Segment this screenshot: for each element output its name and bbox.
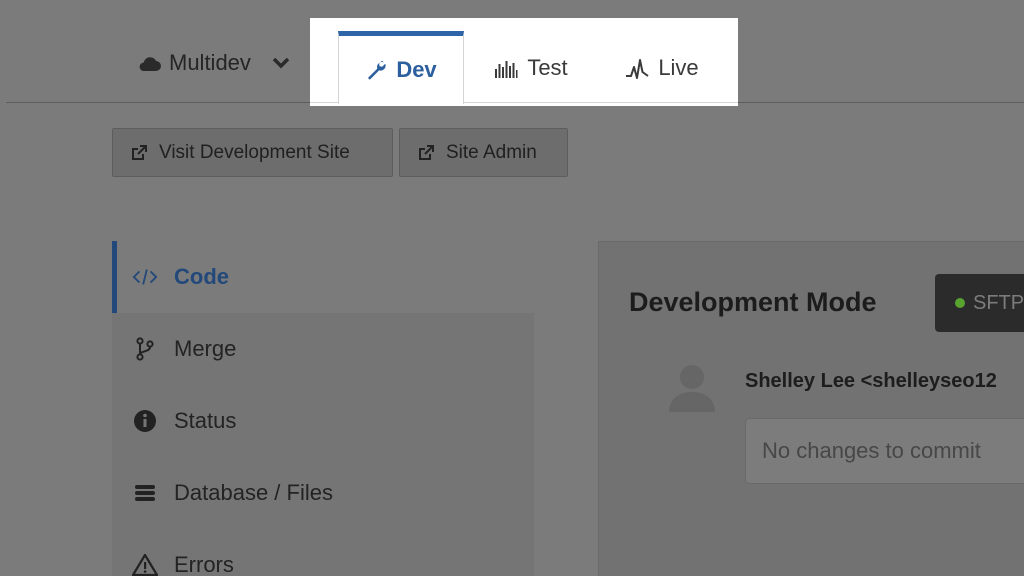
- commit-message-field[interactable]: No changes to commit: [745, 418, 1024, 484]
- sidebar-item-label: Errors: [174, 552, 234, 576]
- status-dot-icon: [955, 298, 965, 308]
- site-admin-button[interactable]: Site Admin: [399, 128, 568, 177]
- tab-dev[interactable]: Dev: [338, 31, 464, 104]
- sidebar-item-status[interactable]: Status: [112, 385, 534, 457]
- branch-icon: [132, 337, 158, 361]
- multidev-label: Multidev: [169, 50, 251, 75]
- external-link-icon: [131, 144, 147, 161]
- visit-development-site-button[interactable]: Visit Development Site: [112, 128, 393, 177]
- code-icon: [132, 266, 158, 288]
- wrench-icon: [365, 59, 387, 81]
- sidebar-item-label: Merge: [174, 336, 237, 361]
- tab-live-label: Live: [658, 54, 699, 80]
- sftp-mode-button[interactable]: SFTP: [935, 274, 1024, 332]
- cloud-icon: [137, 54, 161, 72]
- warning-icon: [132, 553, 158, 576]
- multidev-dropdown[interactable]: Multidev: [137, 50, 291, 76]
- tab-test-label: Test: [527, 54, 568, 80]
- tab-test[interactable]: Test: [478, 32, 584, 103]
- sidebar-item-merge[interactable]: Merge: [112, 313, 534, 385]
- chevron-down-icon: [271, 56, 291, 70]
- sidebar-item-label: Code: [174, 264, 229, 289]
- sidebar-item-label: Database / Files: [174, 480, 333, 505]
- avatar: [669, 362, 715, 412]
- tab-dev-label: Dev: [396, 57, 437, 82]
- database-icon: [132, 482, 158, 504]
- development-mode-panel: Development Mode SFTP Shelley Lee <shell…: [598, 241, 1024, 576]
- environment-tabs: Dev Test Live: [310, 18, 738, 106]
- sidebar-item-database-files[interactable]: Database / Files: [112, 457, 534, 529]
- commit-placeholder: No changes to commit: [762, 438, 981, 463]
- pulse-icon: [625, 57, 649, 79]
- commit-author: Shelley Lee <shelleyseo12: [745, 370, 997, 392]
- bar-chart-icon: [494, 57, 518, 79]
- sidebar-item-errors[interactable]: Errors: [112, 529, 534, 576]
- sidebar-item-label: Status: [174, 408, 237, 433]
- info-icon: [132, 409, 158, 433]
- tab-live[interactable]: Live: [608, 32, 716, 103]
- page-title: Development Mode: [629, 287, 877, 317]
- sidebar: Code Merge Status Database / Files Error…: [112, 241, 534, 576]
- sidebar-item-code[interactable]: Code: [112, 241, 534, 313]
- external-link-icon: [418, 144, 434, 161]
- site-admin-label: Site Admin: [446, 141, 537, 163]
- sftp-label: SFTP: [973, 291, 1024, 314]
- visit-development-site-label: Visit Development Site: [159, 141, 350, 163]
